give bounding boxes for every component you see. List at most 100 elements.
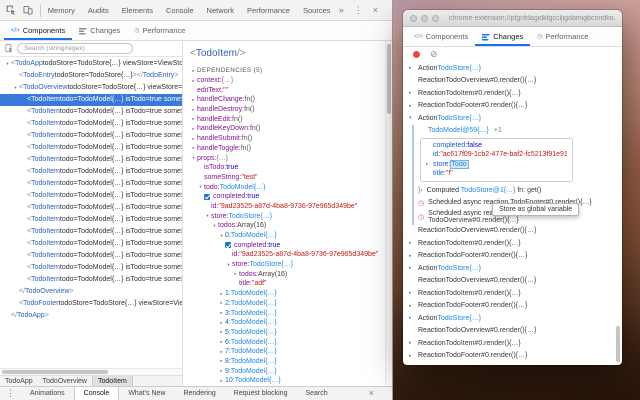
expand-closed-icon[interactable]: ▸: [190, 126, 197, 132]
device-toolbar-icon[interactable]: [23, 5, 33, 15]
vertical-scrollbar[interactable]: [385, 41, 392, 386]
tab-changes[interactable]: Changes: [475, 27, 530, 46]
details-row[interactable]: ▸1: TodoModel{…}: [189, 289, 392, 299]
tree-row[interactable]: ▾<TodoApp todoStore=TodoStore{…} viewSto…: [0, 58, 182, 70]
expand-closed-icon[interactable]: ▸: [190, 116, 197, 122]
horizontal-scrollbar-thumb[interactable]: [2, 370, 108, 374]
details-row[interactable]: editText: "": [189, 85, 392, 95]
breadcrumb-item-todoitem[interactable]: TodoItem: [92, 376, 133, 386]
record-icon[interactable]: [413, 51, 420, 58]
expand-closed-icon[interactable]: ▸: [409, 353, 418, 359]
log-row[interactable]: ▸Action TodoStore{…}: [403, 312, 622, 325]
observable-checkbox-checked[interactable]: [225, 242, 231, 248]
tree-row[interactable]: <TodoItem todo=TodoModel{…} isTodo=true …: [0, 262, 182, 274]
expand-open-icon[interactable]: ▾: [409, 115, 418, 121]
tree-row[interactable]: <TodoItem todo=TodoModel{…} isTodo=true …: [0, 178, 182, 190]
log-row[interactable]: ▸Action TodoStore{…}: [403, 262, 622, 275]
top-tab-network[interactable]: Network: [207, 6, 235, 15]
details-row[interactable]: id: "9ad23525-a87d-4ba8-9736-97e965d349b…: [189, 250, 392, 260]
tree-row[interactable]: <TodoItem todo=TodoModel{…} isTodo=true …: [0, 274, 182, 286]
computed-row[interactable]: }›Computed TodoStore@1{…} fn: get(): [418, 185, 622, 197]
tree-row[interactable]: <TodoItem todo=TodoModel{…} isTodo=true …: [0, 106, 182, 118]
details-row[interactable]: id: "9ad23525-a87d-4ba8-9736-97e965d349b…: [189, 202, 392, 212]
tree-row[interactable]: <TodoItem todo=TodoModel{…} isTodo=true …: [0, 94, 182, 106]
tab-components[interactable]: </>Components: [4, 21, 72, 40]
log-row[interactable]: Reaction TodoOverview#0.render(){…}: [403, 225, 622, 238]
tree-row[interactable]: </TodoApp>: [0, 310, 182, 322]
expand-open-icon[interactable]: ▾: [4, 58, 11, 70]
details-row[interactable]: ▾store: TodoStore{…}: [189, 260, 392, 270]
tree-row[interactable]: <TodoItem todo=TodoModel{…} isTodo=true …: [0, 154, 182, 166]
details-row[interactable]: ▸handleEdit: fn(): [189, 114, 392, 124]
log-row[interactable]: Reaction TodoOverview#0.render(){…}: [403, 275, 622, 288]
search-input[interactable]: [17, 43, 133, 54]
details-row[interactable]: ▸handleKeyDown: fn(): [189, 124, 392, 134]
top-tab-performance[interactable]: Performance: [247, 6, 290, 15]
changed-model-link[interactable]: TodoModel@59{…}+1: [428, 125, 622, 137]
tree-row[interactable]: <TodoItem todo=TodoModel{…} isTodo=true …: [0, 142, 182, 154]
drawer-tab-search[interactable]: Search: [296, 387, 336, 400]
details-row[interactable]: ▸5: TodoModel{…}: [189, 328, 392, 338]
tree-row[interactable]: <TodoItem todo=TodoModel{…} isTodo=true …: [0, 202, 182, 214]
log-row[interactable]: ▸Action TodoStore{…}: [403, 62, 622, 75]
expand-closed-icon[interactable]: ▸: [218, 349, 225, 355]
clear-icon[interactable]: ⊘: [430, 50, 438, 59]
expand-closed-icon[interactable]: ▸: [218, 300, 225, 306]
expand-closed-icon[interactable]: ▸: [190, 136, 197, 142]
expand-closed-icon[interactable]: ▸: [409, 303, 418, 309]
tree-row[interactable]: </TodoOverview>: [0, 286, 182, 298]
drawer-tab-rendering[interactable]: Rendering: [174, 387, 224, 400]
expand-closed-icon[interactable]: ▸: [409, 103, 418, 109]
extension-scrollbar-thumb[interactable]: [616, 326, 620, 362]
details-row[interactable]: ▸context: {…}: [189, 76, 392, 86]
details-row[interactable]: ▸4: TodoModel{…}: [189, 318, 392, 328]
drawer-tab-what-s-new[interactable]: What's New: [119, 387, 174, 400]
expand-open-icon[interactable]: ▾: [204, 213, 211, 219]
top-tab-audits[interactable]: Audits: [88, 6, 109, 15]
expand-closed-icon[interactable]: ▸: [218, 329, 225, 335]
expand-closed-icon[interactable]: ▸: [218, 378, 225, 384]
expand-closed-icon[interactable]: ▸: [218, 291, 225, 297]
expand-closed-icon[interactable]: ▸: [409, 65, 418, 71]
top-tab-memory[interactable]: Memory: [48, 6, 75, 15]
details-row[interactable]: someString: "test": [189, 173, 392, 183]
details-row[interactable]: ▸DEPENDENCIES (5): [189, 66, 392, 76]
more-tabs-icon[interactable]: »: [339, 6, 344, 15]
tab-changes[interactable]: Changes: [72, 21, 127, 40]
expand-closed-icon[interactable]: ▸: [232, 271, 239, 277]
kebab-menu-icon[interactable]: ⋮: [354, 6, 363, 15]
details-row[interactable]: completed: true: [189, 240, 392, 250]
details-row[interactable]: ▸handleToggle: fn(): [189, 144, 392, 154]
expand-open-icon[interactable]: ▾: [225, 262, 232, 268]
details-row[interactable]: title: "adf": [189, 279, 392, 289]
log-row[interactable]: ▸Reaction TodoFooter#0.render(){…}: [403, 100, 622, 113]
expand-open-icon[interactable]: ▾: [218, 233, 225, 239]
model-detail-row[interactable]: ▸store: Todo: [426, 160, 567, 170]
model-detail-row[interactable]: completed: false: [426, 141, 567, 151]
log-row[interactable]: Reaction TodoOverview#0.render(){…}: [403, 325, 622, 338]
expand-closed-icon[interactable]: ▸: [409, 315, 418, 321]
details-row[interactable]: ▾todos: Array(16): [189, 221, 392, 231]
breadcrumb-item-todooverview[interactable]: TodoOverview: [38, 376, 92, 386]
log-row[interactable]: ▸Reaction TodoItem#0.render(){…}: [403, 337, 622, 350]
model-detail-row[interactable]: id: "ac617f09-1cb2-477e-baf2-fc5213f91e9…: [426, 150, 567, 160]
log-row[interactable]: Reaction TodoOverview#0.render(){…}: [403, 75, 622, 88]
expand-closed-icon[interactable]: ▸: [426, 161, 433, 167]
expand-closed-icon[interactable]: ▸: [409, 253, 418, 259]
details-row[interactable]: ▸handleChange: fn(): [189, 95, 392, 105]
expand-closed-icon[interactable]: ▸: [409, 265, 418, 271]
minimize-window-icon[interactable]: [421, 15, 428, 22]
log-row[interactable]: ▸Reaction TodoItem#0.render(){…}: [403, 87, 622, 100]
top-tab-sources[interactable]: Sources: [303, 6, 331, 15]
log-row[interactable]: ▸Reaction TodoFooter#0.render(){…}: [403, 350, 622, 363]
expand-closed-icon[interactable]: ▸: [409, 90, 418, 96]
tab-performance[interactable]: ◷Performance: [127, 21, 192, 40]
details-row[interactable]: ▸todos: Array(16): [189, 269, 392, 279]
expand-closed-icon[interactable]: ▸: [218, 358, 225, 364]
breadcrumb-item-todoapp[interactable]: TodoApp: [0, 376, 38, 386]
details-row[interactable]: ▸handleSubmit: fn(): [189, 134, 392, 144]
expand-closed-icon[interactable]: ▸: [190, 107, 197, 113]
close-drawer-icon[interactable]: ×: [369, 389, 374, 398]
details-row[interactable]: completed: true: [189, 192, 392, 202]
details-row[interactable]: ▸handleDestroy: fn(): [189, 105, 392, 115]
